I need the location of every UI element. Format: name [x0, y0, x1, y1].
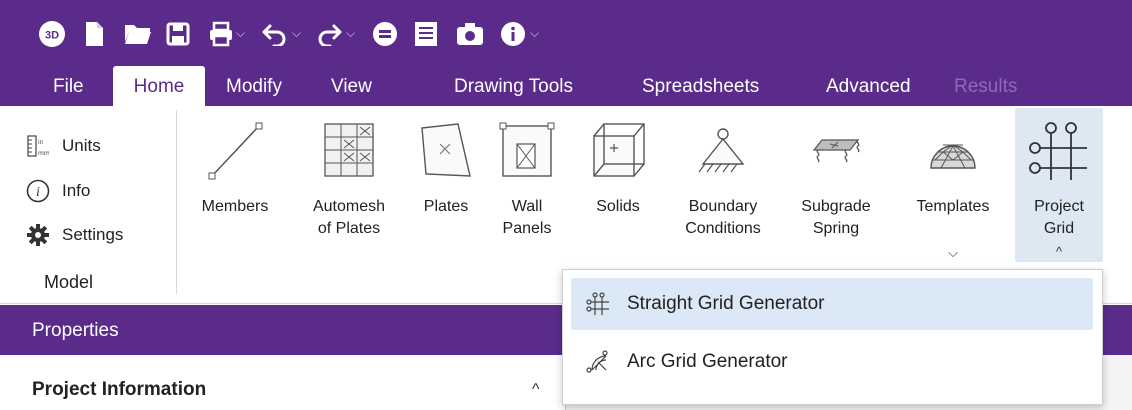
- project-grid-icon: [1027, 120, 1091, 187]
- undo-dropdown-caret-icon[interactable]: ⌵: [292, 26, 301, 41]
- properties-title: Properties: [32, 320, 119, 341]
- project-grid-chevron-up-icon: ^: [1055, 244, 1063, 259]
- quick-access-toolbar: 3D ⌵ ⌵ ⌵ ⌵: [0, 0, 1132, 66]
- save-icon[interactable]: [166, 20, 190, 48]
- subgrade-spring-label: Subgrade Spring: [801, 198, 871, 237]
- tab-modify[interactable]: Modify: [226, 66, 282, 106]
- print-dropdown-caret-icon[interactable]: ⌵: [236, 26, 245, 41]
- boundary-conditions-button[interactable]: Boundary Conditions: [668, 120, 778, 250]
- solids-icon: [586, 120, 650, 187]
- info-circle-icon: i: [26, 179, 50, 203]
- redo-icon[interactable]: [316, 20, 342, 48]
- templates-button[interactable]: Templates ⌵: [898, 120, 1008, 268]
- undo-icon[interactable]: [262, 20, 288, 48]
- tab-results: Results: [954, 76, 1018, 97]
- plates-button[interactable]: Plates: [410, 120, 482, 250]
- straight-grid-generator-label: Straight Grid Generator: [627, 293, 825, 314]
- info-button[interactable]: i Info: [26, 178, 90, 204]
- info-icon[interactable]: [500, 20, 526, 48]
- settings-button[interactable]: Settings: [26, 222, 123, 248]
- redo-dropdown-caret-icon[interactable]: ⌵: [346, 26, 355, 41]
- open-folder-icon[interactable]: [124, 20, 152, 48]
- chevron-up-icon[interactable]: ^: [532, 381, 540, 399]
- templates-icon: [921, 120, 985, 187]
- project-information-section[interactable]: Project Information ^: [0, 355, 565, 410]
- members-button[interactable]: Members: [186, 120, 284, 250]
- templates-chevron-down-icon: ⌵: [948, 245, 958, 260]
- equals-icon[interactable]: [372, 20, 398, 48]
- units-label: Units: [62, 136, 101, 155]
- plates-icon: [414, 120, 478, 187]
- info-dropdown-caret-icon[interactable]: ⌵: [530, 26, 539, 41]
- svg-text:i: i: [36, 185, 40, 200]
- info-label: Info: [62, 181, 91, 200]
- wall-panels-label: Wall Panels: [502, 198, 552, 237]
- subgrade-spring-button[interactable]: Subgrade Spring: [784, 120, 888, 250]
- tab-spreadsheets[interactable]: Spreadsheets: [642, 66, 759, 106]
- report-icon[interactable]: [414, 20, 438, 48]
- project-grid-dropdown-menu: Straight Grid Generator Arc Grid Generat…: [562, 269, 1103, 405]
- arc-grid-generator-label: Arc Grid Generator: [627, 351, 788, 372]
- app-logo-icon[interactable]: 3D: [38, 20, 66, 48]
- settings-gear-icon: [26, 223, 50, 247]
- wall-panels-icon: [495, 120, 559, 187]
- members-label: Members: [201, 198, 269, 215]
- new-file-icon[interactable]: [84, 20, 104, 48]
- straight-grid-generator-item[interactable]: Straight Grid Generator: [571, 278, 1093, 330]
- automesh-icon: [317, 120, 381, 187]
- settings-label: Settings: [62, 225, 124, 244]
- automesh-plates-label: Automesh of Plates: [312, 198, 386, 237]
- boundary-conditions-label: Boundary Conditions: [685, 198, 761, 237]
- boundary-conditions-icon: [691, 120, 755, 187]
- tab-advanced[interactable]: Advanced: [826, 66, 911, 106]
- wall-panels-button[interactable]: Wall Panels: [492, 120, 562, 250]
- arc-grid-icon: [585, 349, 611, 375]
- group-separator: [176, 110, 177, 294]
- subgrade-spring-icon: [804, 120, 868, 187]
- arc-grid-generator-item[interactable]: Arc Grid Generator: [571, 336, 1093, 388]
- project-grid-label: Project Grid: [1034, 198, 1084, 237]
- members-icon: [203, 120, 267, 187]
- plates-label: Plates: [423, 198, 469, 215]
- templates-label: Templates: [916, 198, 990, 215]
- project-information-label: Project Information: [32, 379, 207, 400]
- svg-text:mm: mm: [38, 150, 49, 157]
- units-button[interactable]: in mm Units: [26, 133, 101, 159]
- tab-file[interactable]: File: [53, 66, 84, 106]
- print-icon[interactable]: [208, 20, 234, 48]
- ribbon-tabs: File Home Modify View Drawing Tools Spre…: [0, 66, 1132, 106]
- automesh-plates-button[interactable]: Automesh of Plates: [294, 120, 404, 250]
- solids-button[interactable]: Solids: [582, 120, 654, 250]
- solids-label: Solids: [596, 198, 640, 215]
- tab-home[interactable]: Home: [113, 66, 205, 106]
- project-grid-button[interactable]: Project Grid ^: [1015, 108, 1103, 262]
- camera-icon[interactable]: [456, 20, 484, 48]
- model-group-label: Model: [44, 272, 94, 292]
- straight-grid-icon: [585, 291, 611, 317]
- svg-text:in: in: [38, 139, 44, 146]
- units-icon: in mm: [26, 134, 50, 158]
- app-logo-text: 3D: [45, 30, 59, 42]
- tab-view[interactable]: View: [331, 66, 372, 106]
- tab-drawing-tools[interactable]: Drawing Tools: [454, 66, 573, 106]
